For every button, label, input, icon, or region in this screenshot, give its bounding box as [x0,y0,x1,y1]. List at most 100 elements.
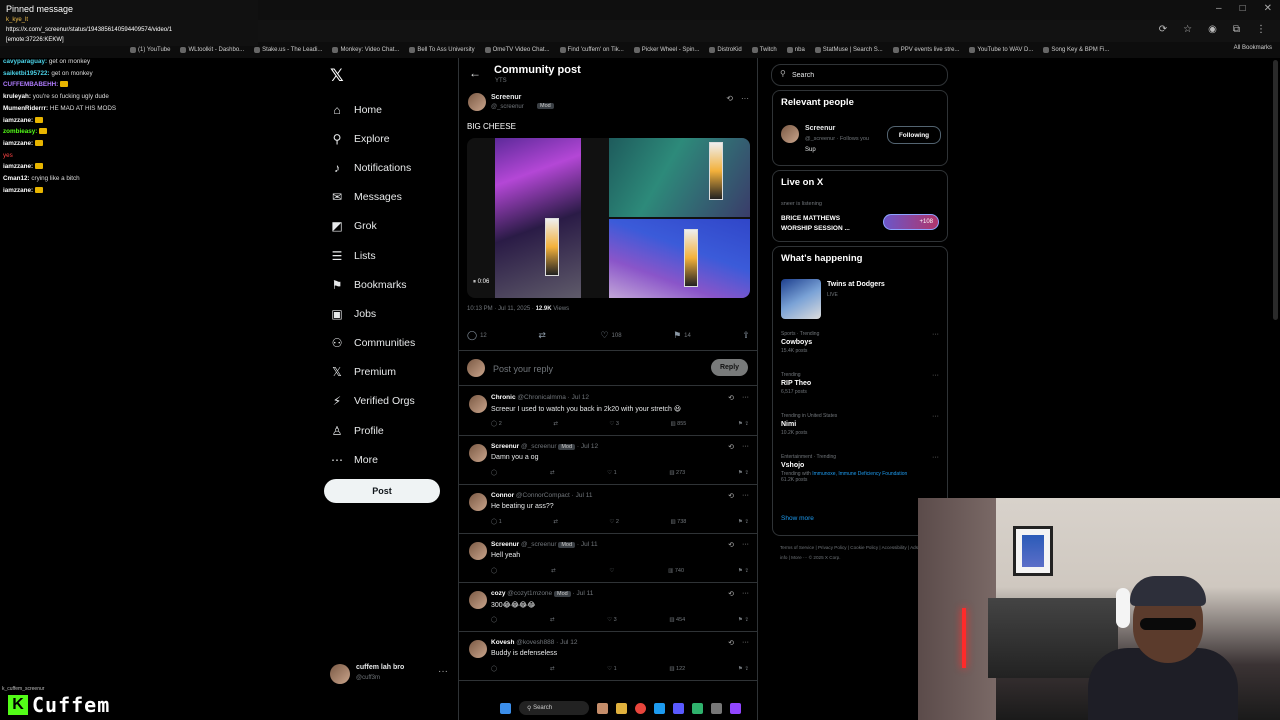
reply-button[interactable]: Reply [711,359,748,376]
trend-item[interactable]: Trending RIP Theo 6,517 posts ··· [781,372,939,395]
extension-icon[interactable]: ◉ [1208,24,1217,35]
tabs-icon[interactable]: ⧉ [1233,24,1240,35]
repost-action[interactable]: ⇄ [553,519,558,525]
bookmark-item[interactable]: WLtoolkit - Dashbo... [180,47,244,53]
nav-item-messages[interactable]: ✉ Messages [330,183,455,212]
like-action[interactable]: ♡ [609,568,614,574]
like-action[interactable]: ♡ 108 [600,330,621,341]
like-action[interactable]: ♡ 3 [607,617,617,623]
taskbar-app-icon[interactable] [673,702,684,714]
reply-action[interactable]: ◯ 12 [467,330,487,341]
windows-start-icon[interactable] [500,702,511,714]
taskbar-app-icon[interactable] [654,702,665,714]
close-icon[interactable]: ✕ [1264,3,1272,14]
more-icon[interactable]: ··· [742,590,749,598]
video-frame[interactable] [609,138,750,217]
video-frame[interactable] [495,138,581,298]
post-media[interactable]: ⏸ 0:06 [467,138,750,298]
repost-action[interactable]: ⇄ [553,421,558,427]
relevant-person-name[interactable]: Screenur [805,125,835,132]
bookmark-item[interactable]: YouTube to WAV D... [969,47,1033,53]
reply-action[interactable]: ◯ 1 [491,519,502,525]
avatar[interactable] [469,591,487,609]
repost-action[interactable]: ⇄ [550,617,555,623]
show-more-link[interactable]: Show more [781,515,814,522]
grok-icon[interactable]: ⟲ [728,492,734,500]
nav-item-premium[interactable]: 𝕏 Premium [330,358,455,387]
taskbar-app-icon[interactable] [597,702,608,714]
nav-item-home[interactable]: ⌂ Home [330,95,455,124]
views-action[interactable]: ▥ 740 [668,568,684,574]
video-frame[interactable] [609,219,750,298]
scrollbar[interactable] [1273,60,1278,320]
more-icon[interactable]: ··· [742,541,749,549]
avatar[interactable] [469,444,487,462]
bookmark-item[interactable]: Picker Wheel - Spin... [633,47,699,53]
trend-item[interactable]: Trending in United States Nimi 10.2K posts… [781,413,939,436]
grok-icon[interactable]: ⟲ [728,639,734,647]
bookmark-item[interactable]: nba [786,47,805,53]
following-button[interactable]: Following [887,126,941,144]
featured-trend-image[interactable] [781,279,821,319]
views-action[interactable]: ▥ 855 [670,421,686,427]
chat-username[interactable]: Cman12: [3,175,30,182]
reply-item[interactable]: Kovesh @kovesh888 · Jul 12 ⟲ ··· Buddy is … [459,631,757,681]
repost-action[interactable]: ⇄ [551,568,556,574]
like-action[interactable]: ♡ 3 [609,421,619,427]
views-action[interactable]: ▥ 454 [669,617,685,623]
bookmark-item[interactable]: PPV events live stre... [892,47,959,53]
taskbar-search[interactable]: ⚲ Search [519,701,589,715]
views-action[interactable]: ▥ 122 [669,666,685,672]
back-arrow-icon[interactable]: ← [469,66,481,80]
bookmark-item[interactable]: Find 'cuffem' on Tik... [559,47,624,53]
grok-icon[interactable]: ⟲ [726,94,733,103]
bookmark-item[interactable]: (1) YouTube [130,47,170,53]
reply-author[interactable]: Chronic [491,394,516,401]
featured-trend-title[interactable]: Twins at Dodgers [827,281,885,288]
repost-action[interactable]: ⇄ [550,470,555,476]
x-logo[interactable]: 𝕏 [330,66,344,86]
nav-item-jobs[interactable]: ▣ Jobs [330,299,455,328]
post-author-name[interactable]: Screenur [491,94,521,101]
bookmark-action[interactable]: ⚑ ⇪ [738,666,749,672]
bookmark-action[interactable]: ⚑ ⇪ [738,568,749,574]
nav-item-notifications[interactable]: ♪ Notifications [330,153,455,182]
avatar[interactable] [469,395,487,413]
reply-author[interactable]: Screenur [491,443,519,450]
bookmark-action[interactable]: ⚑ 14 [673,330,691,341]
post-author-avatar[interactable] [468,93,486,111]
reply-author[interactable]: Connor [491,492,514,499]
chat-username[interactable]: saiketbi195722: [3,70,50,77]
chat-username[interactable]: zombieasy: [3,128,37,135]
more-icon[interactable]: ··· [932,331,939,338]
maximize-icon[interactable]: □ [1240,3,1246,14]
chat-username[interactable]: cavyparaguay: [3,58,47,65]
bookmark-item[interactable]: Bell To Ass University [409,47,475,53]
nav-item-explore[interactable]: ⚲ Explore [330,124,455,153]
views-action[interactable]: ▥ 273 [669,470,685,476]
nav-item-grok[interactable]: ◩ Grok [330,212,455,241]
bookmark-action[interactable]: ⚑ ⇪ [738,421,749,427]
more-icon[interactable]: ··· [932,372,939,379]
bookmark-item[interactable]: OmeTV Video Chat... [484,47,550,53]
reply-item[interactable]: Connor @ConnorCompact · Jul 11 ⟲ ··· He be… [459,484,757,534]
more-icon[interactable]: ··· [932,454,939,461]
footer-links[interactable]: Terms of Service | Privacy Policy | Cook… [780,543,920,563]
more-icon[interactable]: ··· [932,413,939,420]
share-action[interactable]: ⇪ [742,330,750,341]
avatar[interactable] [469,542,487,560]
reply-author[interactable]: Kovesh [491,639,514,646]
trend-link[interactable]: Immunoxe, Immune Deficiency Foundation [812,471,907,477]
more-icon[interactable]: ··· [742,492,749,500]
reply-author[interactable]: Screenur [491,541,519,548]
avatar[interactable] [781,125,799,143]
post-button[interactable]: Post [324,479,440,503]
reply-input[interactable] [491,361,695,377]
bookmark-item[interactable]: DistroKid [709,47,742,53]
more-icon[interactable]: ··· [742,443,749,451]
bookmark-item[interactable]: Monkey: Video Chat... [332,47,399,53]
search-input[interactable] [790,68,944,83]
repost-action[interactable]: ⇄ [538,330,549,341]
trend-item[interactable]: Sports · Trending Cowboys 15.4K posts ··· [781,331,939,354]
views-action[interactable]: ▥ 738 [670,519,686,525]
